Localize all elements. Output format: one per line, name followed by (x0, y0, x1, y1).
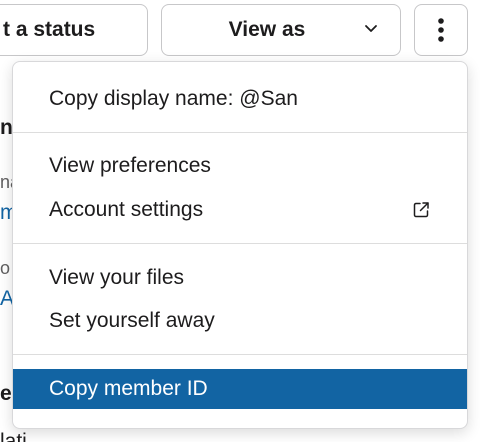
profile-heading-fragment: n (0, 116, 13, 139)
view-as-dropdown[interactable]: View as (161, 4, 401, 56)
view-as-label: View as (228, 18, 306, 41)
menu-item-view-your-files[interactable]: View your files (13, 258, 467, 298)
menu-item-label: Copy member ID (49, 377, 208, 400)
menu-divider (13, 354, 467, 355)
menu-item-label: View your files (49, 266, 185, 289)
vertical-ellipsis-icon (438, 18, 444, 42)
menu-item-set-yourself-away[interactable]: Set yourself away (13, 301, 467, 341)
menu-item-copy-display-name[interactable]: Copy display name: @San (13, 79, 467, 119)
profile-text-fragment: lati (0, 430, 27, 442)
menu-item-copy-member-id[interactable]: Copy member ID (13, 369, 467, 409)
menu-item-label: Set yourself away (49, 309, 215, 332)
more-actions-menu: Copy display name: @San View preferences… (12, 61, 468, 429)
profile-label-fragment-2: o (0, 258, 11, 278)
menu-divider (13, 132, 467, 133)
more-actions-button[interactable] (414, 4, 468, 56)
set-status-label: t a status (3, 18, 96, 41)
set-status-button[interactable]: t a status (0, 4, 148, 56)
menu-divider (13, 243, 467, 244)
menu-item-label: Copy display name: @San (49, 87, 298, 110)
menu-item-label: Account settings (49, 198, 204, 221)
profile-page: n na m o A e lati t a status View as Cop… (0, 0, 480, 442)
menu-item-label: View preferences (49, 154, 211, 177)
menu-item-view-preferences[interactable]: View preferences (13, 146, 467, 186)
chevron-down-icon (365, 25, 377, 32)
menu-item-account-settings[interactable]: Account settings (13, 190, 467, 230)
profile-heading-fragment-2: e (0, 382, 12, 405)
external-link-icon (413, 202, 429, 218)
